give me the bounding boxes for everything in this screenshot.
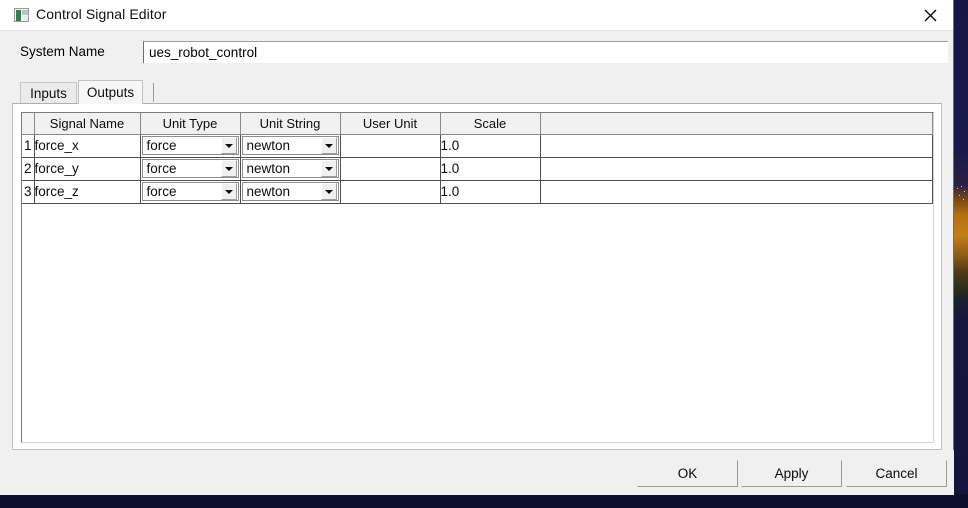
signal-table: Signal Name Unit Type Unit String User U… [22, 113, 933, 204]
cell-filler [540, 134, 933, 157]
taskbar [0, 494, 968, 508]
ok-button[interactable]: OK [637, 460, 738, 487]
table-row[interactable]: 1 force_x force newton [22, 134, 933, 157]
chevron-down-icon[interactable] [221, 183, 237, 200]
column-header-scale[interactable]: Scale [440, 113, 540, 134]
system-name-row: System Name [0, 30, 954, 62]
chevron-down-icon[interactable] [221, 160, 237, 177]
titlebar: Control Signal Editor [0, 0, 953, 31]
chevron-down-icon[interactable] [321, 183, 337, 200]
apply-button-label: Apply [775, 466, 809, 481]
cell-user-unit[interactable] [340, 157, 440, 180]
cell-filler [540, 180, 933, 203]
cell-scale[interactable]: 1.0 [440, 157, 540, 180]
unit-string-combobox[interactable]: newton [242, 136, 339, 155]
desktop-wallpaper [954, 0, 968, 508]
column-header-unit-string[interactable]: Unit String [240, 113, 340, 134]
cell-signal-name[interactable]: force_x [34, 134, 140, 157]
unit-string-value: newton [243, 184, 321, 199]
cell-unit-type[interactable]: force [140, 134, 240, 157]
chevron-down-icon[interactable] [321, 160, 337, 177]
system-name-input[interactable] [143, 41, 948, 63]
cancel-button-label: Cancel [875, 466, 917, 481]
cell-unit-string[interactable]: newton [240, 134, 340, 157]
cell-user-unit[interactable] [340, 180, 440, 203]
cell-unit-string[interactable]: newton [240, 180, 340, 203]
tab-outputs[interactable]: Outputs [78, 80, 143, 104]
tab-strip-divider [153, 83, 154, 102]
cell-user-unit[interactable] [340, 134, 440, 157]
unit-string-combobox[interactable]: newton [242, 182, 339, 201]
cell-filler [540, 157, 933, 180]
apply-button[interactable]: Apply [741, 460, 842, 487]
cell-scale[interactable]: 1.0 [440, 180, 540, 203]
system-name-label: System Name [20, 44, 105, 59]
chevron-down-icon[interactable] [321, 137, 337, 154]
dialog-footer: OK Apply Cancel [0, 450, 954, 495]
row-number: 2 [22, 157, 34, 180]
cell-scale[interactable]: 1.0 [440, 134, 540, 157]
unit-type-combobox[interactable]: force [142, 159, 239, 178]
table-header-row: Signal Name Unit Type Unit String User U… [22, 113, 933, 134]
column-header-user-unit[interactable]: User Unit [340, 113, 440, 134]
unit-type-value: force [143, 138, 221, 153]
unit-string-value: newton [243, 161, 321, 176]
control-signal-editor-dialog: Control Signal Editor System Name Inputs… [0, 0, 954, 495]
chevron-down-icon[interactable] [221, 137, 237, 154]
column-header-signal-name[interactable]: Signal Name [34, 113, 140, 134]
tab-inputs[interactable]: Inputs [20, 82, 77, 103]
application-image-icon [14, 8, 29, 22]
ok-button-label: OK [678, 466, 698, 481]
cancel-button[interactable]: Cancel [846, 460, 947, 487]
table-row[interactable]: 2 force_y force newton [22, 157, 933, 180]
row-number: 1 [22, 134, 34, 157]
close-icon[interactable] [908, 0, 953, 30]
column-header-filler [540, 113, 933, 134]
cell-unit-type[interactable]: force [140, 157, 240, 180]
unit-type-value: force [143, 161, 221, 176]
unit-type-combobox[interactable]: force [142, 182, 239, 201]
unit-type-combobox[interactable]: force [142, 136, 239, 155]
column-header-unit-type[interactable]: Unit Type [140, 113, 240, 134]
unit-string-value: newton [243, 138, 321, 153]
cell-unit-type[interactable]: force [140, 180, 240, 203]
row-number: 3 [22, 180, 34, 203]
unit-type-value: force [143, 184, 221, 199]
window-title: Control Signal Editor [36, 6, 167, 22]
cell-signal-name[interactable]: force_y [34, 157, 140, 180]
tab-strip: Inputs Outputs [12, 80, 942, 103]
cell-unit-string[interactable]: newton [240, 157, 340, 180]
outputs-panel: Signal Name Unit Type Unit String User U… [12, 103, 942, 450]
table-corner-header [22, 113, 34, 134]
table-row[interactable]: 3 force_z force newton [22, 180, 933, 203]
tab-inputs-label: Inputs [30, 86, 67, 101]
unit-string-combobox[interactable]: newton [242, 159, 339, 178]
signal-table-scroll-area[interactable]: Signal Name Unit Type Unit String User U… [21, 112, 934, 443]
tab-outputs-label: Outputs [87, 85, 134, 100]
wallpaper-stars [956, 186, 966, 210]
cell-signal-name[interactable]: force_z [34, 180, 140, 203]
